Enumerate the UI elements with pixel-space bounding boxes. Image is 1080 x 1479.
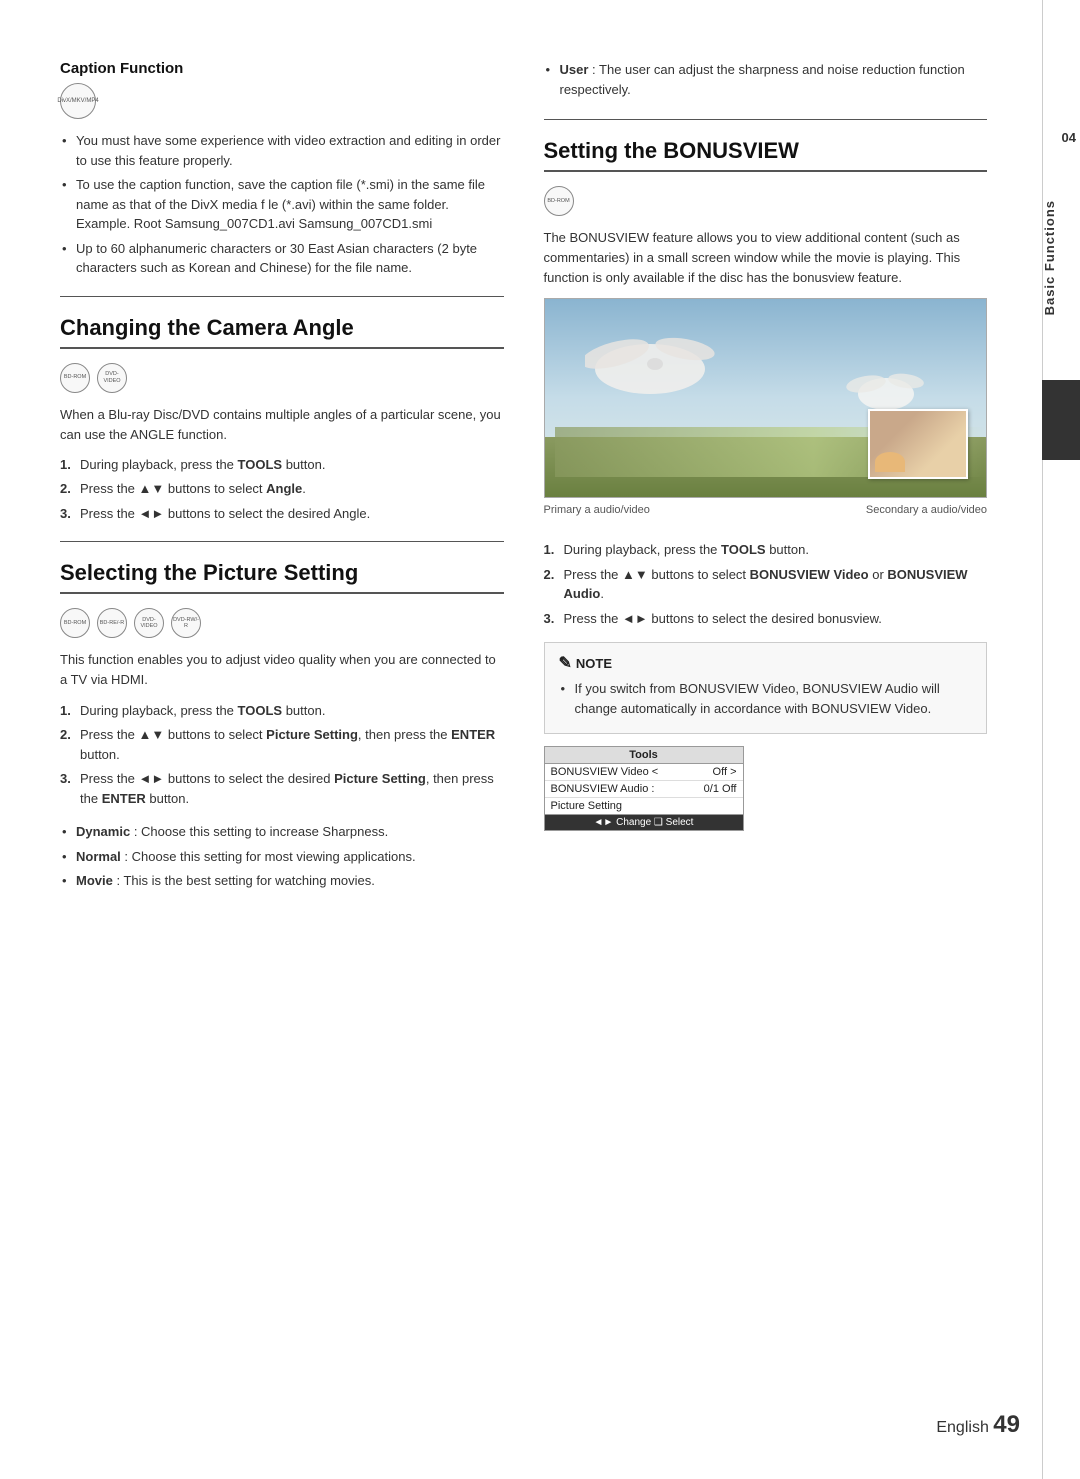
caption-bullet-3: Up to 60 alphanumeric characters or 30 E… [60,239,504,278]
bdrom-icon-1: BD-ROM [60,363,90,393]
caption-function-section: Caption Function DivX/MKV/MP4 You must h… [60,60,504,278]
divider-3 [544,119,988,120]
note-bullet: If you switch from BONUSVIEW Video, BONU… [559,679,973,718]
bird-1 [585,319,715,409]
user-bullet: User : The user can adjust the sharpness… [544,60,988,99]
bdrom-label-bonusview: BD-ROM [547,198,569,204]
bonusview-step-1: 1. During playback, press the TOOLS butt… [544,540,988,560]
cat-shape [875,452,905,472]
user-bullet-list: User : The user can adjust the sharpness… [544,60,988,99]
divider-2 [60,541,504,542]
image-labels: Primary a audio/video Secondary a audio/… [544,504,988,528]
tools-row-3: Picture Setting [545,798,743,815]
tools-header: Tools [545,747,743,764]
dvdvideo-label-1: DVD-VIDEO [98,371,126,383]
divx-icon: DivX/MKV/MP4 [60,83,96,119]
bonusview-image [544,298,988,498]
picture-bullet-dynamic: Dynamic : Choose this setting to increas… [60,822,504,842]
tools-row-2: BONUSVIEW Audio : 0/1 Off [545,781,743,798]
camera-angle-section: Changing the Camera Angle BD-ROM DVD-VID… [60,315,504,524]
picture-subbullets: Dynamic : Choose this setting to increas… [60,822,504,891]
camera-steps: 1. During playback, press the TOOLS butt… [60,455,504,524]
camera-step-3: 3. Press the ◄► buttons to select the de… [60,504,504,524]
note-title: ✎ NOTE [559,653,973,673]
camera-angle-title: Changing the Camera Angle [60,315,504,349]
pip-box [868,409,968,479]
picture-steps: 1. During playback, press the TOOLS butt… [60,701,504,809]
bdrom-label-2: BD-ROM [64,620,86,626]
page-num: 49 [993,1411,1020,1438]
caption-bullet-2: To use the caption function, save the ca… [60,175,504,234]
tools-footer-text: ◄► Change ❑ Select [594,817,694,828]
tools-row-2-label: BONUSVIEW Audio : [551,783,655,795]
caption-bullets: You must have some experience with video… [60,131,504,278]
bdrom-icon-2: BD-ROM [60,608,90,638]
dvdrwr-label: DVD-RW/-R [172,617,200,629]
page-number-block: English 49 [936,1411,1020,1439]
camera-step-1: 1. During playback, press the TOOLS butt… [60,455,504,475]
bonusview-title: Setting the BONUSVIEW [544,138,988,172]
bdrom-label-1: BD-ROM [64,374,86,380]
tools-row-2-value: 0/1 Off [704,783,737,795]
secondary-label: Secondary a audio/video [866,504,987,516]
dvdvideo-icon-2: DVD-VIDEO [134,608,164,638]
picture-intro: This function enables you to adjust vide… [60,650,504,690]
picture-bullet-normal: Normal : Choose this setting for most vi… [60,847,504,867]
pip-content [870,411,966,477]
bonusview-section: Setting the BONUSVIEW BD-ROM The BONUSVI… [544,138,988,831]
picture-step-3: 3. Press the ◄► buttons to select the de… [60,769,504,808]
bonusview-step-2: 2. Press the ▲▼ buttons to select BONUSV… [544,565,988,604]
picture-setting-section: Selecting the Picture Setting BD-ROM BD-… [60,560,504,890]
picture-bullet-movie: Movie : This is the best setting for wat… [60,871,504,891]
tools-row-1-label: BONUSVIEW Video < [551,766,659,778]
note-label: NOTE [576,656,612,671]
chapter-number: 04 [1062,130,1076,145]
primary-label: Primary a audio/video [544,504,650,516]
bonusview-icon-row: BD-ROM [544,186,988,216]
bdrer-icon: BD-RE/-R [97,608,127,638]
divx-icon-label: DivX/MKV/MP4 [57,98,98,105]
tools-footer: ◄► Change ❑ Select [545,815,743,830]
tools-row-3-label: Picture Setting [551,800,623,812]
bdrer-label: BD-RE/-R [100,620,124,626]
divider-1 [60,296,504,297]
side-tab-accent [1042,380,1080,460]
caption-icon-row: DivX/MKV/MP4 [60,83,504,119]
page-english-label: English [936,1419,988,1436]
note-section: ✎ NOTE If you switch from BONUSVIEW Vide… [544,642,988,734]
chapter-title: Basic Functions [1042,200,1080,315]
picture-step-2: 2. Press the ▲▼ buttons to select Pictur… [60,725,504,764]
dvdvideo-label-2: DVD-VIDEO [135,617,163,629]
dvdvideo-icon-1: DVD-VIDEO [97,363,127,393]
caption-bullet-1: You must have some experience with video… [60,131,504,170]
bonusview-intro: The BONUSVIEW feature allows you to view… [544,228,988,288]
camera-icon-row: BD-ROM DVD-VIDEO [60,363,504,393]
note-icon: ✎ [559,653,572,673]
note-bullets: If you switch from BONUSVIEW Video, BONU… [559,679,973,718]
bonusview-steps: 1. During playback, press the TOOLS butt… [544,540,988,628]
tools-row-1-value: Off > [713,766,737,778]
caption-function-title: Caption Function [60,60,504,77]
dvdrwr-icon: DVD-RW/-R [171,608,201,638]
picture-step-1: 1. During playback, press the TOOLS butt… [60,701,504,721]
side-tab: 04 Basic Functions [1042,0,1080,1479]
tools-table: Tools BONUSVIEW Video < Off > BONUSVIEW … [544,746,744,831]
picture-icon-row: BD-ROM BD-RE/-R DVD-VIDEO DVD-RW/-R [60,608,504,638]
camera-intro: When a Blu-ray Disc/DVD contains multipl… [60,405,504,445]
picture-setting-title: Selecting the Picture Setting [60,560,504,594]
bonusview-step-3: 3. Press the ◄► buttons to select the de… [544,609,988,629]
bdrom-icon-bonusview: BD-ROM [544,186,574,216]
camera-step-2: 2. Press the ▲▼ buttons to select Angle. [60,479,504,499]
tools-row-1: BONUSVIEW Video < Off > [545,764,743,781]
